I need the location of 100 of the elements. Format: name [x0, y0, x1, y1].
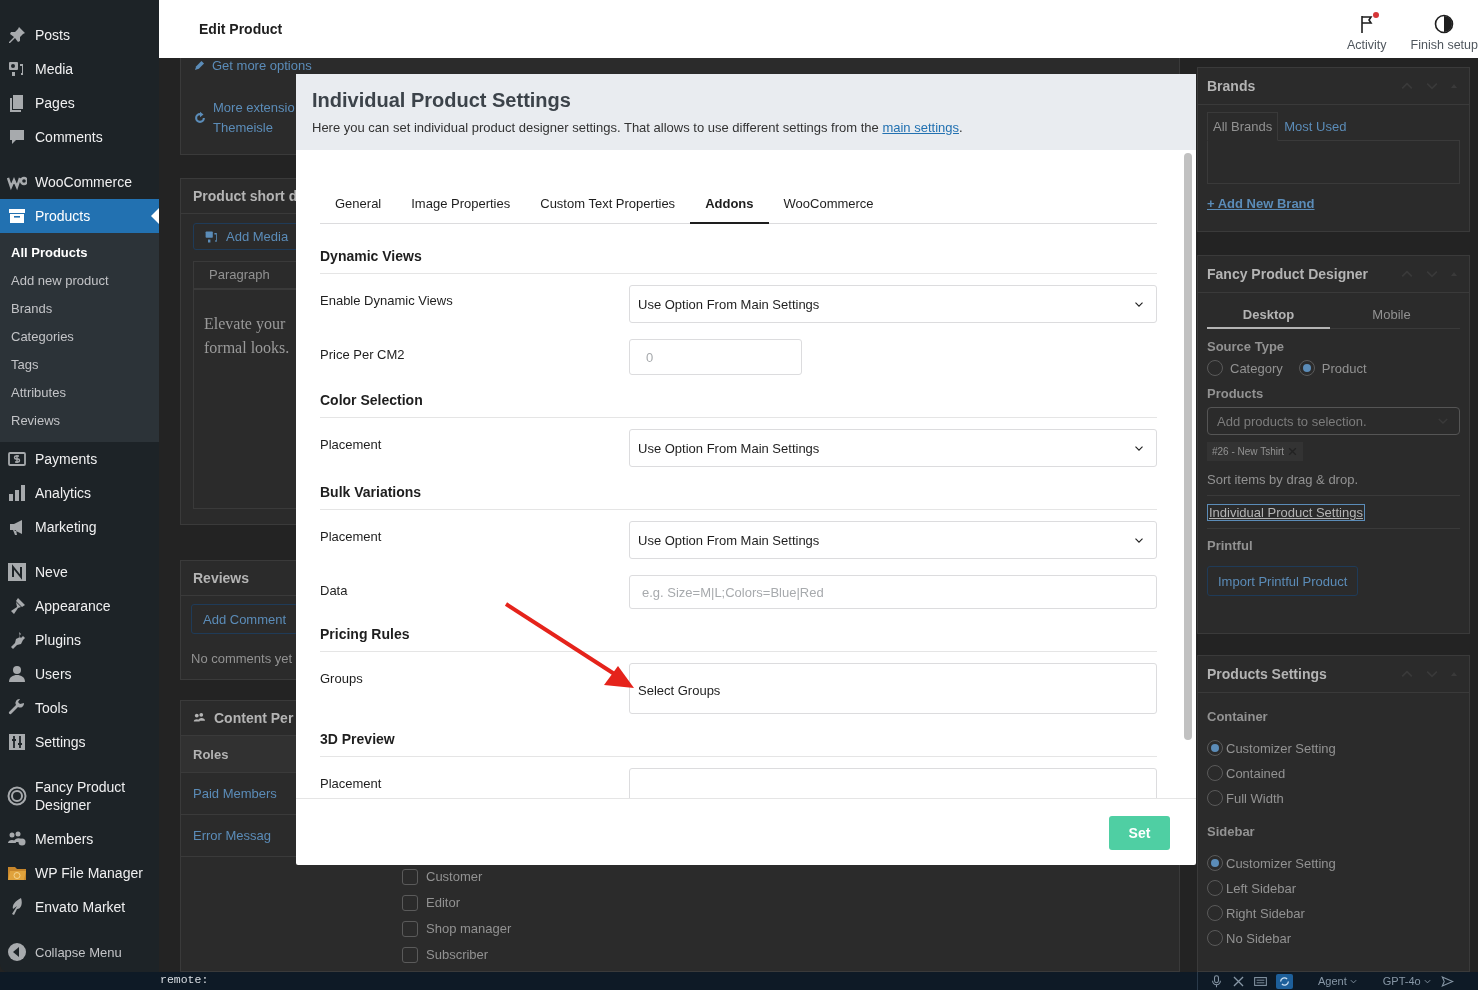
sliders-icon: [7, 732, 27, 752]
field-label: Products: [1207, 386, 1265, 401]
link[interactable]: Get more options: [212, 58, 312, 73]
radio-label: Product: [1321, 360, 1367, 376]
menu-item[interactable]: Payments: [0, 442, 159, 476]
tab[interactable]: WooCommerce: [768, 184, 889, 224]
toolbar-button[interactable]: Finish setup: [1398, 10, 1478, 52]
tab[interactable]: General: [320, 184, 397, 224]
collapse-menu-button[interactable]: Collapse Menu: [0, 935, 159, 969]
menu-item[interactable]: Appearance: [0, 589, 159, 623]
checkbox-label: Editor: [426, 895, 460, 910]
tab[interactable]: Mobile: [1330, 307, 1453, 328]
tab[interactable]: All Brands: [1207, 112, 1279, 141]
empty-message: No comments yet: [191, 651, 294, 666]
submenu-item[interactable]: Attributes: [0, 379, 159, 407]
add-brand-link[interactable]: + Add New Brand: [1207, 196, 1460, 211]
select-field[interactable]: Use Option From Main Settings: [629, 429, 1157, 467]
pin-icon: [7, 25, 27, 45]
speech-bubble-icon: [7, 127, 27, 147]
bar-chart-icon: [7, 483, 27, 503]
multiselect-field[interactable]: Select Groups: [629, 663, 1157, 714]
menu-item[interactable]: Users: [0, 657, 159, 691]
panel-title: Reviews: [193, 570, 250, 586]
user-icon: [7, 664, 27, 684]
menu-item[interactable]: Pages: [0, 86, 159, 120]
submenu-item[interactable]: Brands: [0, 295, 159, 323]
submenu-item[interactable]: Categories: [0, 323, 159, 351]
menu-item[interactable]: Members: [0, 822, 159, 856]
tab[interactable]: Image Properties: [396, 184, 526, 224]
field-label: Data: [320, 582, 349, 600]
tab[interactable]: Custom Text Properties: [525, 184, 691, 224]
checkbox[interactable]: [402, 868, 418, 885]
square-logo-icon: [7, 562, 27, 582]
checkbox[interactable]: [402, 920, 418, 937]
submenu-item[interactable]: All Products: [0, 239, 159, 267]
radio-label: No Sidebar: [1226, 930, 1292, 946]
main-settings-link[interactable]: main settings: [882, 120, 959, 135]
menu-item[interactable]: Analytics: [0, 476, 159, 510]
tab[interactable]: Most Used: [1278, 112, 1353, 141]
select-field[interactable]: [629, 768, 1157, 798]
radio-label: Customizer Setting: [1226, 740, 1336, 756]
radio-label: Customizer Setting: [1226, 855, 1336, 871]
menu-item[interactable]: Media: [0, 52, 159, 86]
tab[interactable]: Desktop: [1207, 307, 1330, 329]
block-format-dropdown[interactable]: Paragraph: [209, 267, 270, 282]
tab[interactable]: Roles: [181, 736, 297, 773]
menu-item[interactable]: Products: [0, 199, 159, 233]
section-title: Color Selection: [320, 375, 1157, 418]
menu-item[interactable]: Marketing: [0, 510, 159, 544]
select-field[interactable]: Use Option From Main Settings: [629, 521, 1157, 559]
select-field[interactable]: Use Option From Main Settings: [629, 285, 1157, 323]
radio-label: Category: [1230, 360, 1283, 376]
rings-icon: [7, 786, 27, 806]
panel-title: Products Settings: [1207, 666, 1328, 682]
refresh-icon: [193, 111, 207, 125]
dropdown-button[interactable]: Agent: [1318, 975, 1358, 987]
menu-item[interactable]: WooCommerce: [0, 165, 159, 199]
import-button[interactable]: Import Printful Product: [1207, 566, 1359, 596]
menu-item[interactable]: Neve: [0, 555, 159, 589]
product-tag[interactable]: #26 - New Tshirt: [1207, 442, 1304, 461]
submenu-item[interactable]: Reviews: [0, 407, 159, 435]
toolbar-button[interactable]: Activity: [1335, 10, 1399, 52]
scrollbar[interactable]: [1184, 153, 1192, 740]
menu-item[interactable]: Plugins: [0, 623, 159, 657]
description-text: Here you can set individual product designer settings. That allows to use different settings from the main settings.: [312, 120, 964, 135]
radio-label: Contained: [1226, 765, 1286, 781]
field-label: Groups: [320, 670, 364, 688]
menu-item[interactable]: Settings: [0, 725, 159, 759]
field-label: Placement: [320, 775, 383, 793]
checkbox[interactable]: [402, 894, 418, 911]
terminal-text: remote:: [160, 973, 209, 986]
menu-item[interactable]: Tools: [0, 691, 159, 725]
link[interactable]: More extensio: [213, 98, 295, 118]
text-field[interactable]: e.g. Size=M|L;Colors=Blue|Red: [629, 575, 1157, 609]
number-field[interactable]: 0: [629, 339, 802, 375]
menu-item[interactable]: WP File Manager: [0, 856, 159, 890]
menu-item[interactable]: Envato Market: [0, 890, 159, 924]
radio-label: Left Sidebar: [1226, 880, 1297, 896]
payment-icon: [7, 449, 27, 469]
microphone-icon: [1210, 974, 1223, 988]
send-icon: [1440, 974, 1454, 988]
sync-icon: [1278, 974, 1291, 988]
settings-link[interactable]: Individual Product Settings: [1207, 504, 1365, 521]
submenu-item[interactable]: Tags: [0, 351, 159, 379]
keyboard-icon: [1254, 974, 1267, 988]
field-label: Placement: [320, 436, 383, 454]
panel-title: Brands: [1207, 78, 1257, 94]
dropdown-button[interactable]: GPT-4o: [1382, 975, 1432, 987]
submenu-item[interactable]: Add new product: [0, 267, 159, 295]
link[interactable]: Themeisle: [213, 118, 295, 138]
tab[interactable]: Addons: [690, 184, 769, 224]
menu-item[interactable]: Comments: [0, 120, 159, 154]
field-label: Price Per CM2: [320, 346, 406, 364]
checkbox-label: Subscriber: [426, 947, 489, 962]
field-label: Enable Dynamic Views: [320, 292, 454, 310]
checkbox[interactable]: [402, 946, 418, 963]
menu-item[interactable]: Fancy Product Designer: [0, 770, 159, 822]
panel-title: Fancy Product Designer: [1207, 266, 1370, 282]
panel-title: Content Per: [214, 710, 294, 726]
menu-item[interactable]: Posts: [0, 18, 159, 52]
